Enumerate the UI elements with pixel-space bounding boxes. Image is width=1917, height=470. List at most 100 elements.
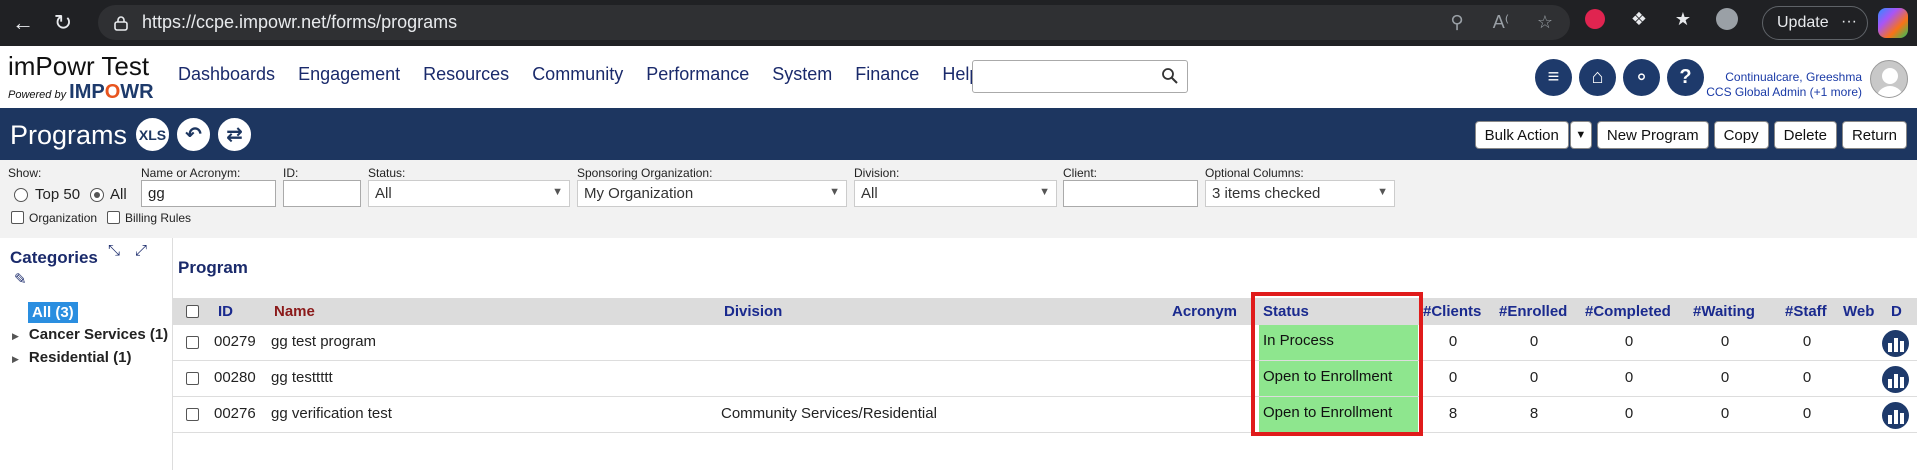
help-icon[interactable]: ?: [1667, 59, 1704, 96]
bulk-action-dropdown-icon[interactable]: ▼: [1569, 121, 1592, 149]
chevron-down-icon: ▼: [829, 186, 840, 198]
name-acronym-input[interactable]: gg: [141, 180, 276, 207]
category-item[interactable]: ▶ Residential (1): [12, 349, 131, 366]
address-bar[interactable]: https://ccpe.impowr.net/forms/programs ⚲…: [98, 5, 1570, 40]
favorites-icon[interactable]: ★: [1670, 6, 1696, 32]
table-row[interactable]: 00280 gg testtttt Open to Enrollment 0 0…: [173, 361, 1917, 397]
row-checkbox[interactable]: [186, 372, 199, 385]
cell-waiting: 0: [1720, 369, 1730, 386]
col-division[interactable]: Division: [724, 303, 782, 320]
client-input[interactable]: [1063, 180, 1198, 207]
nav-community[interactable]: Community: [532, 64, 623, 85]
list-icon[interactable]: ≡: [1535, 59, 1572, 96]
status-select[interactable]: All ▼: [368, 180, 570, 207]
cell-id: 00280: [214, 369, 256, 386]
profile-icon[interactable]: [1714, 6, 1740, 32]
col-d[interactable]: D: [1891, 303, 1902, 320]
category-all[interactable]: All (3): [28, 302, 78, 323]
global-search-input[interactable]: [972, 60, 1188, 93]
id-input[interactable]: [283, 180, 361, 207]
page-title-bar: Programs XLS ↶ ⇄ Bulk Action ▼ New Progr…: [0, 108, 1917, 160]
cell-name[interactable]: gg test program: [271, 333, 376, 350]
sponsor-select[interactable]: My Organization ▼: [577, 180, 847, 207]
cell-waiting: 0: [1720, 333, 1730, 350]
favorite-star-icon[interactable]: ☆: [1534, 11, 1556, 33]
expand-all-icon[interactable]: ⤡: [108, 242, 120, 259]
col-waiting[interactable]: #Waiting: [1693, 303, 1755, 320]
return-button[interactable]: Return: [1841, 121, 1907, 149]
cell-enrolled: 0: [1529, 369, 1539, 386]
row-checkbox[interactable]: [186, 408, 199, 421]
optional-columns-select[interactable]: 3 items checked ▼: [1205, 180, 1395, 207]
billing-rules-checkbox[interactable]: [107, 211, 120, 224]
all-radio[interactable]: [90, 188, 104, 202]
cell-clients: 8: [1448, 405, 1458, 422]
expand-arrow-icon[interactable]: ▶: [12, 354, 19, 364]
nav-engagement[interactable]: Engagement: [298, 64, 400, 85]
billing-rules-check-label: Billing Rules: [125, 211, 192, 225]
col-completed[interactable]: #Completed: [1585, 303, 1671, 320]
table-row[interactable]: 00276 gg verification test Community Ser…: [173, 397, 1917, 433]
copy-button[interactable]: Copy: [1713, 121, 1769, 149]
division-select[interactable]: All ▼: [854, 180, 1057, 207]
top50-radio[interactable]: [14, 188, 28, 202]
col-staff[interactable]: #Staff: [1785, 303, 1827, 320]
cell-name[interactable]: gg verification test: [271, 405, 392, 422]
col-acronym[interactable]: Acronym: [1172, 303, 1237, 320]
edit-icon[interactable]: ✎: [14, 270, 27, 288]
update-button[interactable]: Update ···: [1762, 6, 1868, 40]
cell-staff: 0: [1802, 405, 1812, 422]
cell-id: 00276: [214, 405, 256, 422]
nav-system[interactable]: System: [772, 64, 832, 85]
nav-resources[interactable]: Resources: [423, 64, 509, 85]
cell-name[interactable]: gg testtttt: [271, 369, 333, 386]
share-icon[interactable]: ⚬: [1623, 59, 1660, 96]
chart-icon[interactable]: [1882, 366, 1909, 393]
table-row[interactable]: 00279 gg test program In Process 0 0 0 0…: [173, 325, 1917, 361]
xls-export-icon[interactable]: XLS: [134, 116, 171, 153]
col-enrolled[interactable]: #Enrolled: [1499, 303, 1567, 320]
nav-dashboards[interactable]: Dashboards: [178, 64, 275, 85]
delete-button[interactable]: Delete: [1773, 121, 1837, 149]
col-clients[interactable]: #Clients: [1423, 303, 1481, 320]
new-program-button[interactable]: New Program: [1596, 121, 1709, 149]
section-heading: Program: [178, 258, 248, 277]
program-list-panel: Program ID Name Division Acronym Status …: [172, 238, 1917, 470]
expand-arrow-icon[interactable]: ▶: [12, 331, 19, 341]
row-checkbox[interactable]: [186, 336, 199, 349]
col-name[interactable]: Name: [274, 303, 315, 320]
top50-label: Top 50: [35, 186, 81, 203]
avatar[interactable]: [1870, 60, 1908, 98]
col-web[interactable]: Web: [1843, 303, 1874, 320]
show-label: Show:: [8, 166, 42, 180]
site-info-icon[interactable]: [112, 14, 130, 32]
copilot-icon[interactable]: [1878, 8, 1908, 38]
user-info[interactable]: Continualcare, Greeshma CCS Global Admin…: [1700, 70, 1862, 100]
extensions-puzzle-icon[interactable]: ❖: [1626, 6, 1652, 32]
more-icon: ···: [1841, 13, 1857, 30]
category-item[interactable]: ▶ Cancer Services (1): [12, 326, 168, 343]
select-all-checkbox[interactable]: [186, 305, 199, 318]
back-icon[interactable]: ←: [6, 6, 40, 40]
cell-enrolled: 8: [1529, 405, 1539, 422]
status-label: Status:: [368, 166, 406, 180]
nav-finance[interactable]: Finance: [855, 64, 919, 85]
extension-icon[interactable]: [1582, 6, 1608, 32]
col-id[interactable]: ID: [218, 303, 233, 320]
refresh-icon[interactable]: ⇄: [216, 116, 253, 153]
bulk-action-button[interactable]: Bulk Action: [1474, 121, 1569, 149]
categories-title: Categories: [10, 248, 98, 267]
zoom-icon[interactable]: ⚲: [1446, 11, 1468, 33]
nav-performance[interactable]: Performance: [646, 64, 749, 85]
undo-icon[interactable]: ↶: [175, 116, 212, 153]
organization-checkbox[interactable]: [11, 211, 24, 224]
home-icon[interactable]: ⌂: [1579, 59, 1616, 96]
read-aloud-icon[interactable]: A⁽: [1490, 11, 1512, 33]
reload-icon[interactable]: ↻: [46, 6, 80, 40]
search-icon[interactable]: [1161, 67, 1179, 85]
logo[interactable]: imPowr Test Powered by IMPOWR: [8, 53, 154, 104]
cell-clients: 0: [1448, 333, 1458, 350]
chart-icon[interactable]: [1882, 330, 1909, 357]
collapse-all-icon[interactable]: ⤢: [135, 242, 147, 259]
chart-icon[interactable]: [1882, 402, 1909, 429]
